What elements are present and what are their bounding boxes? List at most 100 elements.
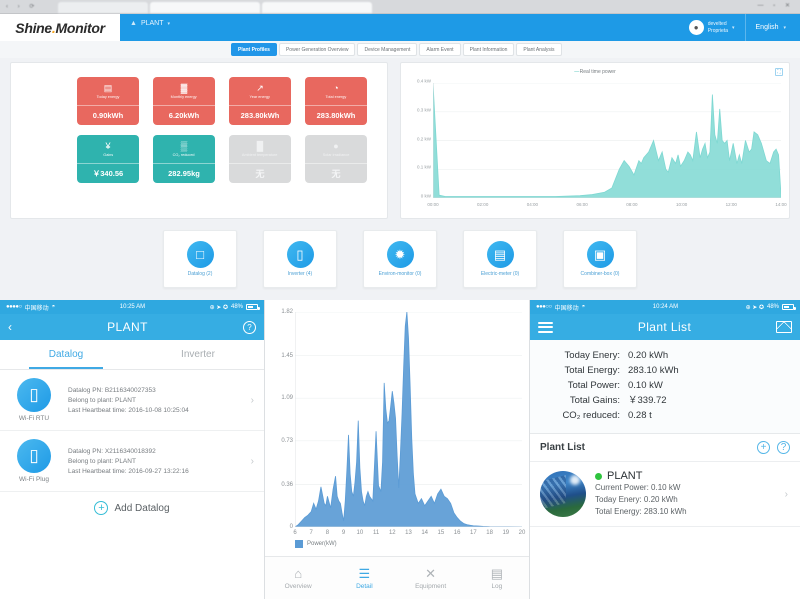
daily-chart-legend: Power(kW) xyxy=(295,540,337,548)
logo-text-part1: Shine xyxy=(15,19,52,36)
home-energy-icon: ⌂ xyxy=(294,565,303,581)
chevron-down-icon: ▾ xyxy=(167,20,171,27)
status-bar-right: ⊕ ➤ ✪ 48% xyxy=(209,304,260,311)
browser-chrome: ‹ › ⟳ — ▫ ✕ xyxy=(0,0,800,14)
summary-row: Total Power: 0.10 kW xyxy=(540,378,790,393)
status-bar-left: ●●●○○ 中国移动 ◓ xyxy=(536,303,585,312)
weather-station-icon: ✹ xyxy=(386,241,414,268)
stat-label: Solar irradiance xyxy=(322,151,350,157)
list-item[interactable]: ▯ Wi-Fi RTU Datalog PN: B2116340027353 Belo… xyxy=(0,370,264,431)
page-title: PLANT xyxy=(107,320,148,334)
battery-percent: 48% xyxy=(230,304,243,310)
y-tick-label: 0.36 xyxy=(281,481,293,488)
browser-tab[interactable] xyxy=(58,2,148,13)
tab-label: Overview xyxy=(284,582,312,590)
segment-tab[interactable]: Inverter xyxy=(132,340,264,369)
summary-row: CO₂ reduced: 0.28 t xyxy=(540,408,790,423)
stat-label: Total energy xyxy=(325,93,347,99)
stat-label: Monthly energy xyxy=(170,93,197,99)
tab-log[interactable]: ▤ Log xyxy=(464,566,529,590)
stat-cards-grid: ▤ Today energy 0.90kWh ▓ Monthly energy 6.20k… xyxy=(77,77,367,183)
user-name: develted xyxy=(707,20,727,27)
nav-tabs: Plant Profiles Power Generation Overview D… xyxy=(231,43,562,56)
device-card[interactable]: ▣ Combiner-box (0) xyxy=(563,230,637,288)
trend-up-icon: ↗ xyxy=(256,82,264,93)
nav-tab[interactable]: Alarm Event xyxy=(419,43,461,56)
status-time: 10:25 AM xyxy=(119,304,146,310)
tab-overview[interactable]: ⌂ Overview xyxy=(265,565,331,590)
segment-tab[interactable]: Datalog xyxy=(0,340,132,369)
nav-tab[interactable]: Device Management xyxy=(357,43,418,56)
stat-value: 282.95kg xyxy=(153,163,215,183)
device-card[interactable]: ▯ Inverter (4) xyxy=(263,230,337,288)
status-bar-right: ⊕ ➤ ✪ 48% xyxy=(745,304,796,311)
stat-value: 283.80kWh xyxy=(229,105,291,125)
add-datalog-button[interactable]: + Add Datalog xyxy=(0,492,264,524)
stat-value: 283.80kWh xyxy=(305,105,367,125)
browser-tab[interactable] xyxy=(150,2,260,13)
realtime-chart-x-axis: 00:00 02:00 04:00 06:00 08:00 10:00 12:00 14:00 xyxy=(427,202,786,210)
device-card-label: Electric-meter (0) xyxy=(480,271,520,277)
list-item[interactable]: ▯ Wi-Fi Plug Datalog PN: X2116340018392 Bel… xyxy=(0,431,264,492)
status-badge xyxy=(595,472,602,480)
y-tick-label: 1.09 xyxy=(281,395,293,402)
nav-tab[interactable]: Plant Information xyxy=(462,43,515,56)
app-logo[interactable]: Shine.Monitor xyxy=(0,14,120,41)
user-menu[interactable]: ● develted Proprieta ▾ xyxy=(679,14,745,41)
y-tick-label: 0.73 xyxy=(281,437,293,444)
stat-value: 无 xyxy=(305,163,367,183)
plus-circle-icon[interactable]: + xyxy=(757,441,770,454)
daily-chart-y-axis: 0 0.36 0.73 1.09 1.45 1.82 xyxy=(267,309,293,530)
battery-icon xyxy=(246,304,260,310)
battery-percent: 48% xyxy=(766,304,779,310)
hamburger-icon[interactable] xyxy=(538,321,553,333)
language-selector[interactable]: English ▾ xyxy=(744,14,796,41)
user-role: Proprieta xyxy=(707,27,728,34)
nav-tab[interactable]: Plant Analysis xyxy=(516,43,562,56)
plant-list-title: Plant List xyxy=(540,442,586,453)
y-tick-label: 0.2 kW xyxy=(416,136,431,141)
expand-icon[interactable]: ⛶ xyxy=(775,68,783,76)
list-item-body: Datalog PN: B2116340027353 Belong to plan… xyxy=(68,387,243,414)
status-icons: ⊕ ➤ ✪ xyxy=(745,304,764,311)
nav-tab[interactable]: Power Generation Overview xyxy=(278,43,356,56)
x-tick-label: 20 xyxy=(518,530,526,536)
device-card[interactable]: ✹ Environ-monitor (0) xyxy=(363,230,437,288)
avatar: ● xyxy=(688,20,704,35)
stat-card: ▤ Today energy 0.90kWh xyxy=(77,77,139,125)
plant-list-item[interactable]: PLANT Current Power: 0.10 kW Today Enery: … xyxy=(530,462,800,527)
x-tick-label: 10 xyxy=(356,530,364,536)
chevron-down-icon: ▾ xyxy=(783,24,786,31)
y-tick-label: 0 kW xyxy=(420,193,431,199)
help-circle-icon[interactable]: ? xyxy=(777,441,790,454)
x-tick-label: 12 xyxy=(388,530,396,536)
device-card[interactable]: □ Datalog (2) xyxy=(163,230,237,288)
device-card-label: Datalog (2) xyxy=(187,271,213,277)
browser-nav-buttons[interactable]: ‹ › ⟳ xyxy=(6,3,38,10)
tab-equipment[interactable]: ✕ Equipment xyxy=(398,565,464,590)
header-plant-selector[interactable]: ▲ PLANT ▾ xyxy=(130,20,170,27)
device-card[interactable]: ▤ Electric-meter (0) xyxy=(463,230,537,288)
help-circle-icon[interactable]: ? xyxy=(243,320,256,334)
today-energy: Today Enery: 0.20 kWh xyxy=(595,495,678,504)
wifi-icon: ◓ xyxy=(581,304,586,310)
status-icons: ⊕ ➤ ✪ xyxy=(209,304,228,311)
nav-tab[interactable]: Plant Profiles xyxy=(231,43,277,56)
x-tick-label: 10:00 xyxy=(675,202,688,207)
bars-icon: ▓ xyxy=(180,82,188,93)
signal-dots-icon: ●●●○○ xyxy=(536,304,552,310)
plant-name: PLANT xyxy=(607,470,643,482)
language-label: English xyxy=(755,24,779,31)
summary-row: Total Energy: 283.10 kWh xyxy=(540,363,790,378)
device-cards-row: □ Datalog (2) ▯ Inverter (4) ✹ Environ-monito… xyxy=(0,230,800,292)
tab-detail[interactable]: ☰ Detail xyxy=(331,566,397,590)
device-card-label: Combiner-box (0) xyxy=(580,271,620,277)
window-controls[interactable]: — ▫ ✕ xyxy=(758,2,795,9)
rtu-device-icon: ▯ xyxy=(17,378,51,412)
x-tick-label: 12:00 xyxy=(725,202,737,207)
tools-icon: ✕ xyxy=(425,565,437,581)
back-chevron-icon[interactable]: ‹ xyxy=(8,321,12,333)
browser-tab[interactable] xyxy=(262,2,372,13)
envelope-icon[interactable] xyxy=(775,321,792,333)
summary-value: 0.20 kWh xyxy=(628,350,669,361)
